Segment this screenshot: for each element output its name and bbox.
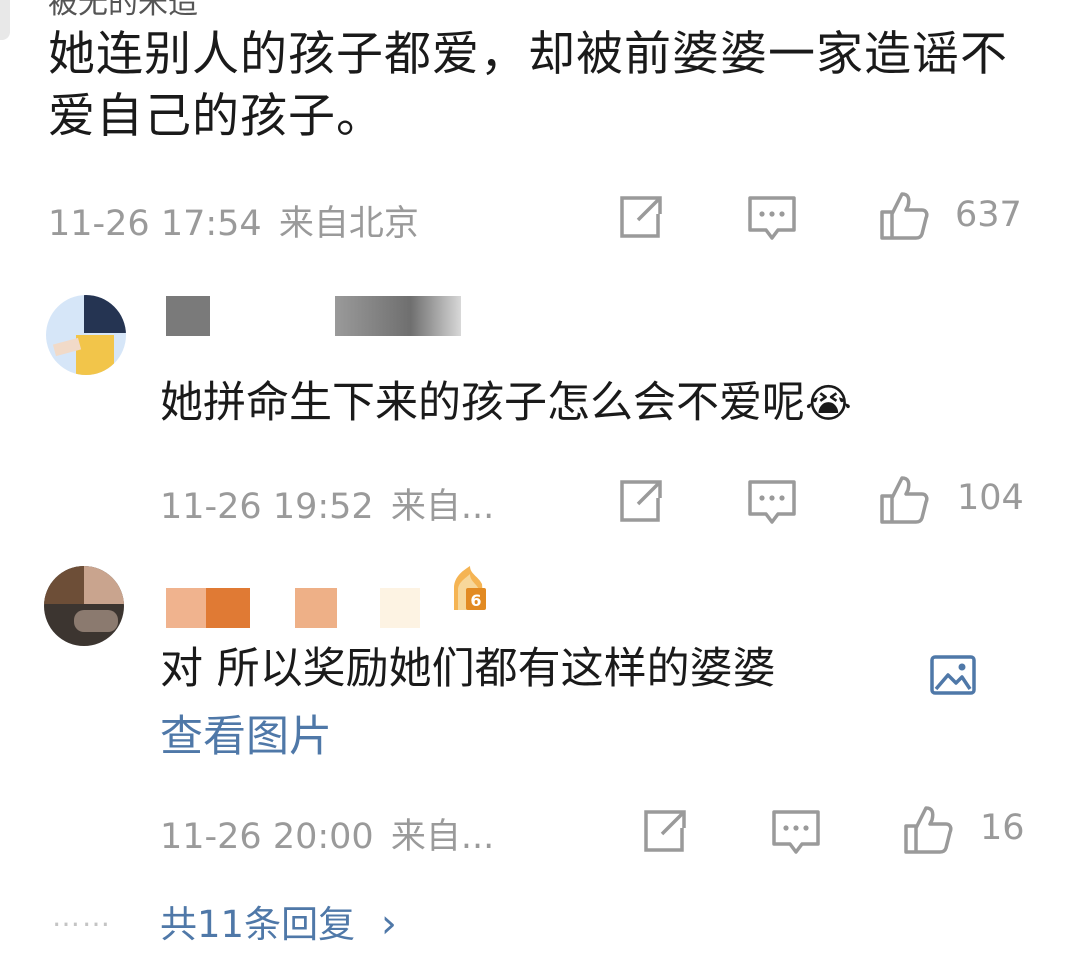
comment-time: 11-26 17:54 (48, 204, 262, 244)
comment-location: 来自... (390, 487, 495, 527)
view-image-link[interactable]: 查看图片 (160, 706, 332, 768)
reply-text: 她拼命生下来的孩子怎么会不爱呢😭 (160, 378, 852, 428)
comment-location: 来自北京 (278, 204, 419, 244)
like-icon[interactable] (878, 190, 930, 242)
username-redacted[interactable] (335, 296, 461, 336)
username-redacted[interactable] (166, 296, 210, 336)
more-replies-link[interactable]: 共11条回复 › (160, 894, 397, 948)
comment-time: 11-26 19:52 (160, 487, 374, 527)
separator-dots: …… (52, 900, 112, 933)
username-redacted[interactable] (166, 588, 206, 628)
like-count: 104 (957, 478, 1024, 518)
like-icon[interactable] (902, 804, 954, 856)
username-redacted[interactable] (380, 588, 420, 628)
avatar[interactable] (46, 295, 126, 375)
chevron-right-icon: › (380, 901, 397, 947)
top-comment-meta: 11-26 17:54 来自北京 (48, 195, 419, 246)
scroll-edge (0, 0, 10, 40)
reply-text: 对 所以奖励她们都有这样的婆婆 (160, 638, 976, 700)
svg-text:6: 6 (470, 591, 481, 610)
like-icon[interactable] (878, 474, 930, 526)
comment-icon[interactable] (770, 806, 822, 858)
share-icon[interactable] (614, 476, 666, 528)
comment-time: 11-26 20:00 (160, 817, 374, 857)
reply-meta: 11-26 19:52 来自... (160, 478, 494, 529)
comment-icon[interactable] (746, 192, 798, 244)
share-icon[interactable] (614, 192, 666, 244)
avatar[interactable] (44, 566, 124, 646)
like-count: 16 (980, 808, 1025, 848)
username-redacted[interactable] (295, 588, 337, 628)
reply-meta: 11-26 20:00 来自... (160, 808, 494, 859)
top-comment-text: 她连别人的孩子都爱，却被前婆婆一家造谣不爱自己的孩子。 (48, 27, 1008, 144)
comment-icon[interactable] (746, 476, 798, 528)
top-comment-username[interactable]: 被无的米造 (48, 0, 198, 22)
image-icon[interactable] (930, 650, 976, 695)
share-icon[interactable] (638, 806, 690, 858)
more-replies-label: 共11条回复 (160, 903, 356, 946)
comment-location: 来自... (390, 817, 495, 857)
crying-emoji-icon: 😭 (805, 381, 852, 427)
like-count: 637 (955, 195, 1022, 235)
username-redacted[interactable] (206, 588, 250, 628)
level-badge: 6 (448, 566, 490, 610)
